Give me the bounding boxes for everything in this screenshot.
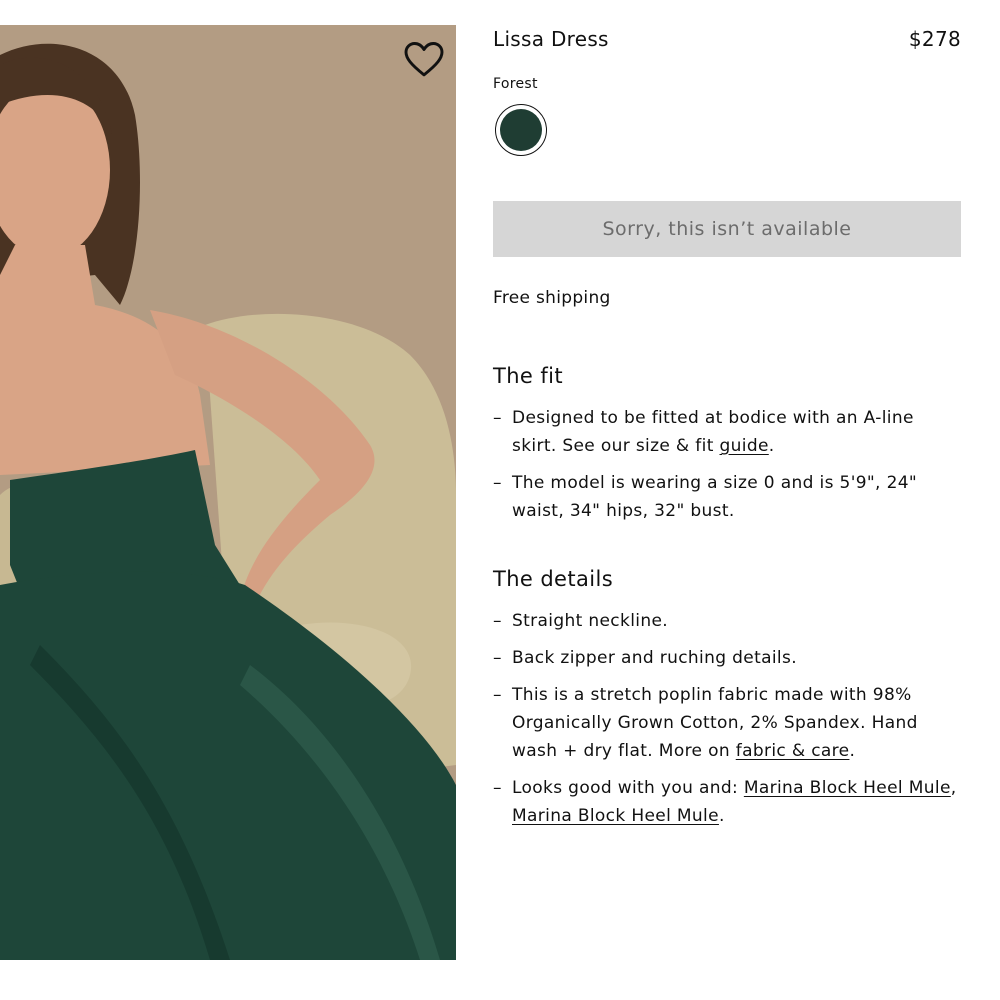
bullet-dash: – bbox=[493, 611, 502, 631]
product-image bbox=[0, 25, 456, 960]
fabric-care-link[interactable]: fabric & care bbox=[736, 741, 850, 761]
related-separator: , bbox=[950, 778, 957, 798]
bullet-dash: – bbox=[493, 685, 502, 705]
swatch-fill bbox=[500, 109, 542, 151]
details-list: – Straight neckline. – Back zipper and r… bbox=[493, 607, 961, 839]
list-item: – Back zipper and ruching details. bbox=[493, 644, 961, 672]
heart-outline-icon bbox=[404, 41, 444, 76]
product-price: $278 bbox=[908, 27, 961, 51]
size-guide-link[interactable]: guide bbox=[719, 436, 768, 456]
color-swatch-forest[interactable] bbox=[495, 104, 547, 156]
list-item: – This is a stretch poplin fabric made w… bbox=[493, 681, 961, 765]
related-product-link-1[interactable]: Marina Block Heel Mule bbox=[744, 778, 951, 798]
details-text-4-end: . bbox=[718, 806, 725, 826]
list-item: – Looks good with you and: Marina Block … bbox=[493, 774, 961, 830]
list-item: – Straight neckline. bbox=[493, 607, 961, 635]
model-illustration bbox=[0, 25, 456, 960]
product-page: Lissa Dress $278 Forest Sorry, this isn’… bbox=[0, 0, 1000, 1000]
list-item: – Designed to be fitted at bodice with a… bbox=[493, 404, 961, 460]
unavailable-button[interactable]: Sorry, this isn’t available bbox=[493, 201, 961, 257]
fit-text-2: The model is wearing a size 0 and is 5'9… bbox=[512, 473, 918, 521]
product-header: Lissa Dress $278 bbox=[493, 27, 961, 51]
shipping-info: Free shipping bbox=[493, 288, 611, 308]
list-item: – The model is wearing a size 0 and is 5… bbox=[493, 469, 961, 525]
details-text-3: This is a stretch poplin fabric made wit… bbox=[512, 685, 918, 761]
fit-title: The fit bbox=[493, 364, 563, 388]
fit-text-1: Designed to be fitted at bodice with an … bbox=[512, 408, 914, 456]
bullet-dash: – bbox=[493, 648, 502, 668]
color-label: Forest bbox=[493, 76, 538, 92]
details-text-2: Back zipper and ruching details. bbox=[512, 648, 797, 668]
details-text-1: Straight neckline. bbox=[512, 611, 669, 631]
bullet-dash: – bbox=[493, 473, 502, 493]
bullet-dash: – bbox=[493, 778, 502, 798]
related-product-link-2[interactable]: Marina Block Heel Mule bbox=[512, 806, 719, 826]
fit-text-1-end: . bbox=[768, 436, 775, 456]
bullet-dash: – bbox=[493, 408, 502, 428]
fit-list: – Designed to be fitted at bodice with a… bbox=[493, 404, 961, 534]
details-text-3-end: . bbox=[849, 741, 856, 761]
product-name: Lissa Dress bbox=[493, 27, 609, 51]
details-text-4: Looks good with you and: bbox=[512, 778, 744, 798]
details-title: The details bbox=[493, 567, 614, 591]
wishlist-button[interactable] bbox=[404, 41, 444, 77]
